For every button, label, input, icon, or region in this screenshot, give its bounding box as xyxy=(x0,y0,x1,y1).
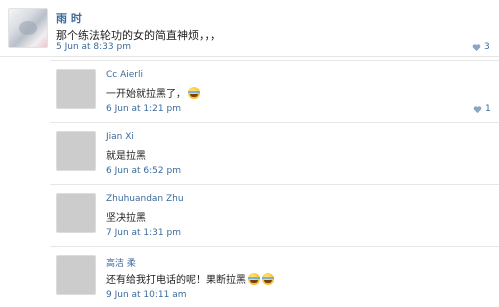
comment-text-body: 就是拉黑 xyxy=(106,151,146,162)
comment-text: 一开始就拉黑了， xyxy=(106,85,200,100)
heart-icon xyxy=(473,105,482,113)
comment-row: Zhuhuandan Zhu 坚决拉黑 7 Jun at 1:31 pm xyxy=(50,184,499,245)
comment-text: 就是拉黑 xyxy=(106,147,146,162)
comment-row: 高洁 柔 还有给我打电话的呢！果断拉黑 9 Jun at 10:11 am xyxy=(50,246,499,307)
main-post: 雨 时 那个练法轮功的女的简直神烦，，， 5 Jun at 8:33 pm 3 xyxy=(0,0,499,57)
laugh-crying-emoji-icon xyxy=(262,272,274,285)
like-button[interactable]: 3 xyxy=(472,42,490,52)
author-name[interactable]: 雨 时 xyxy=(56,10,82,26)
like-button[interactable]: 1 xyxy=(473,104,491,114)
comment-text-body: 一开始就拉黑了， xyxy=(106,89,186,100)
commenter-avatar[interactable] xyxy=(56,255,96,295)
comment-timestamp[interactable]: 6 Jun at 1:21 pm xyxy=(106,104,181,114)
laugh-crying-emoji-icon xyxy=(248,272,260,285)
commenter-name[interactable]: Zhuhuandan Zhu xyxy=(106,194,184,204)
post-timestamp[interactable]: 5 Jun at 8:33 pm xyxy=(56,42,131,52)
comment-text-body: 还有给我打电话的呢！果断拉黑 xyxy=(106,275,246,286)
like-count: 3 xyxy=(484,42,490,52)
commenter-avatar[interactable] xyxy=(56,69,96,109)
comment-text: 坚决拉黑 xyxy=(106,209,146,224)
comment-text-body: 坚决拉黑 xyxy=(106,213,146,224)
comment-row: Cc Aierli 一开始就拉黑了， 6 Jun at 1:21 pm 1 xyxy=(50,60,499,121)
commenter-name[interactable]: Jian Xi xyxy=(106,132,134,142)
comment-timestamp[interactable]: 9 Jun at 10:11 am xyxy=(106,290,187,300)
commenter-name[interactable]: 高洁 柔 xyxy=(106,256,136,269)
comment-row: Jian Xi 就是拉黑 6 Jun at 6:52 pm xyxy=(50,122,499,183)
laugh-crying-emoji-icon xyxy=(188,86,200,99)
comment-text: 还有给我打电话的呢！果断拉黑 xyxy=(106,271,274,286)
comment-timestamp[interactable]: 6 Jun at 6:52 pm xyxy=(106,166,181,176)
heart-icon xyxy=(472,43,481,51)
comment-timestamp[interactable]: 7 Jun at 1:31 pm xyxy=(106,228,181,238)
post-text: 那个练法轮功的女的简直神烦，，， xyxy=(56,29,221,42)
author-avatar[interactable] xyxy=(8,8,48,48)
commenter-name[interactable]: Cc Aierli xyxy=(106,70,143,80)
like-count: 1 xyxy=(485,104,491,114)
commenter-avatar[interactable] xyxy=(56,193,96,233)
commenter-avatar[interactable] xyxy=(56,131,96,171)
